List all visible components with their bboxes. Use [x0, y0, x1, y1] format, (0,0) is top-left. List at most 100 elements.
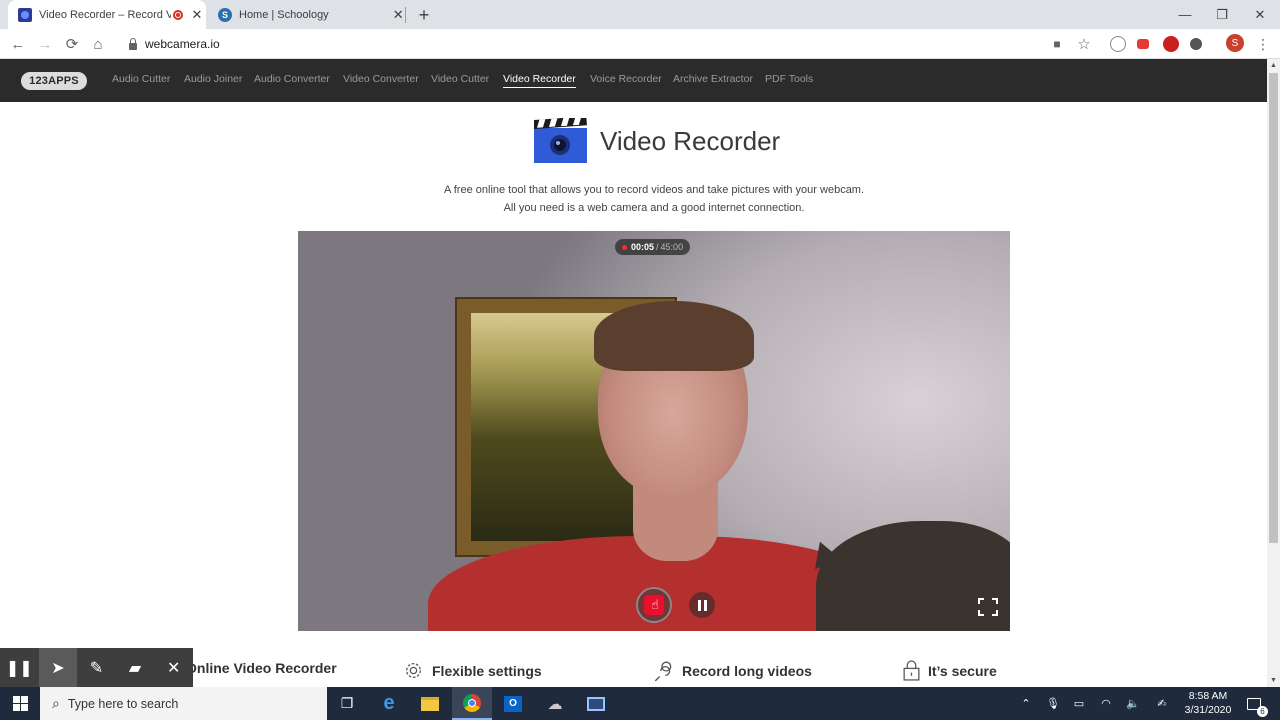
tab-divider: [405, 7, 406, 23]
address-bar[interactable]: webcamera.io: [117, 32, 1101, 56]
nav-audio-joiner[interactable]: Audio Joiner: [184, 73, 242, 85]
feature-label: It’s secure: [928, 662, 997, 679]
microphone-icon[interactable]: 🎙: [1044, 687, 1062, 720]
wifi-icon[interactable]: ◠: [1097, 687, 1115, 720]
nav-pdf-tools[interactable]: PDF Tools: [765, 73, 813, 85]
nav-audio-cutter[interactable]: Audio Cutter: [112, 73, 170, 85]
nav-video-converter[interactable]: Video Converter: [343, 73, 419, 85]
feature-label: Online Video Recorder: [186, 660, 337, 676]
page-description: A free online tool that allows you to re…: [443, 184, 865, 214]
page-scrollbar[interactable]: ▲ ▼: [1267, 59, 1280, 687]
time-limit: 45:00: [660, 242, 684, 252]
feature-its-secure: It’s secure: [903, 660, 997, 681]
lock-icon: [129, 37, 137, 50]
windows-logo-icon: [12, 696, 28, 711]
lock-icon: [903, 660, 920, 681]
feature-label: Record long videos: [682, 663, 812, 679]
pen-workspace-icon[interactable]: ✍: [1153, 687, 1171, 720]
pen-icon[interactable]: ✎: [77, 648, 116, 688]
close-tab-icon[interactable]: ✕: [390, 7, 406, 23]
scrollbar-thumb[interactable]: [1269, 73, 1278, 543]
scroll-down-icon[interactable]: ▼: [1267, 674, 1280, 687]
tab-video-recorder[interactable]: Video Recorder – Record Vid ✕: [8, 0, 206, 29]
reload-icon[interactable]: ⟳: [61, 33, 83, 55]
app-window-icon[interactable]: [576, 687, 616, 720]
time-separator: /: [656, 242, 659, 252]
app-icon[interactable]: ☁: [535, 687, 575, 720]
screen-recorder-toolbar: ❚❚ ➤ ✎ ▰ ✕: [0, 648, 193, 688]
schoology-favicon-icon: S: [218, 7, 232, 22]
webcam-preview: 00:05 / 45:00 ☝: [298, 231, 1010, 631]
link-icon: [654, 661, 672, 682]
clapperboard-camera-icon: [534, 118, 587, 163]
task-view-icon[interactable]: ❐: [327, 687, 367, 720]
volume-icon[interactable]: 🔈: [1124, 687, 1142, 720]
forward-icon[interactable]: →: [34, 33, 56, 55]
tab-strip: Video Recorder – Record Vid ✕ S Home | S…: [0, 0, 1280, 29]
tab-title: Video Recorder – Record Vid: [39, 8, 171, 21]
pause-bar: [697, 599, 701, 611]
browser-toolbar: ← → ⟳ ⌂ webcamera.io ■ ☆ ⋮: [0, 29, 1280, 59]
pause-bar: [703, 599, 707, 611]
url-text: webcamera.io: [145, 37, 220, 51]
clock-date: 3/31/2020: [1184, 704, 1232, 716]
back-icon[interactable]: ←: [7, 33, 29, 55]
notification-count: 6: [1257, 705, 1268, 717]
file-explorer-icon[interactable]: [410, 687, 450, 720]
person-hair: [594, 301, 754, 371]
scroll-up-icon[interactable]: ▲: [1267, 59, 1280, 72]
pause-icon[interactable]: ❚❚: [0, 648, 39, 688]
nav-video-recorder[interactable]: Video Recorder: [503, 73, 576, 88]
chrome-icon[interactable]: [452, 687, 492, 720]
close-window-button[interactable]: ✕: [1241, 0, 1279, 29]
search-icon: ⌕: [52, 695, 60, 711]
clock-time: 8:58 AM: [1188, 690, 1228, 702]
taskbar-clock[interactable]: 8:58 AM 3/31/2020: [1180, 689, 1236, 717]
tab-title: Home | Schoology: [239, 8, 329, 21]
nav-audio-converter[interactable]: Audio Converter: [254, 73, 330, 85]
highlighter-icon[interactable]: ▰: [116, 648, 155, 688]
feature-label: Flexible settings: [432, 662, 542, 679]
extension-icon[interactable]: [1163, 36, 1179, 52]
star-icon[interactable]: ☆: [1073, 33, 1095, 55]
extension-icon[interactable]: [1137, 39, 1149, 49]
feature-flexible-settings: Flexible settings: [403, 660, 542, 681]
gear-icon: [406, 663, 421, 678]
maximize-button[interactable]: ❐: [1203, 0, 1241, 29]
menu-icon[interactable]: ⋮: [1252, 33, 1274, 55]
battery-icon[interactable]: ▭: [1070, 687, 1088, 720]
recording-timer: 00:05 / 45:00: [615, 239, 691, 255]
feature-record-long-videos: Record long videos: [652, 660, 812, 682]
nav-voice-recorder[interactable]: Voice Recorder: [590, 73, 662, 85]
pointer-icon[interactable]: ➤: [38, 648, 78, 688]
nav-archive-extractor[interactable]: Archive Extractor: [673, 73, 753, 85]
feature-online-video-recorder: Online Video Recorder: [186, 660, 337, 676]
site-nav: 123APPS Audio Cutter Audio Joiner Audio …: [0, 59, 1267, 102]
nav-video-cutter[interactable]: Video Cutter: [431, 73, 489, 85]
extension-icon[interactable]: [1190, 38, 1202, 50]
camera-icon[interactable]: ■: [1046, 33, 1068, 55]
minimize-button[interactable]: —: [1166, 0, 1204, 29]
taskbar-search[interactable]: ⌕ Type here to search: [40, 687, 327, 720]
page-title: Video Recorder: [600, 126, 781, 156]
notifications-icon[interactable]: 6: [1243, 687, 1268, 720]
close-icon[interactable]: ✕: [154, 648, 193, 688]
show-hidden-icons-icon[interactable]: ⌃: [1018, 687, 1034, 720]
video-recorder-favicon-icon: [18, 7, 32, 22]
pause-recording-button[interactable]: [689, 592, 715, 618]
start-button[interactable]: [0, 687, 40, 720]
home-icon[interactable]: ⌂: [87, 33, 109, 55]
site-logo[interactable]: 123APPS: [21, 72, 87, 90]
recording-dot-icon: [622, 244, 627, 250]
hand-cursor-icon: ☝: [651, 597, 659, 612]
profile-avatar[interactable]: S: [1226, 34, 1244, 52]
tab-schoology[interactable]: S Home | Schoology ✕: [208, 0, 406, 29]
outlook-icon[interactable]: O: [493, 687, 533, 720]
windows-taskbar: ⌕ Type here to search ❐ e O ☁ ⌃ 🎙 ▭ ◠ 🔈 …: [0, 687, 1280, 720]
recording-indicator-icon: [173, 9, 183, 20]
fullscreen-icon[interactable]: [978, 598, 998, 616]
new-tab-button[interactable]: +: [414, 5, 434, 25]
extension-icon[interactable]: [1110, 36, 1126, 52]
close-tab-icon[interactable]: ✕: [189, 7, 205, 23]
edge-icon[interactable]: e: [369, 687, 409, 720]
